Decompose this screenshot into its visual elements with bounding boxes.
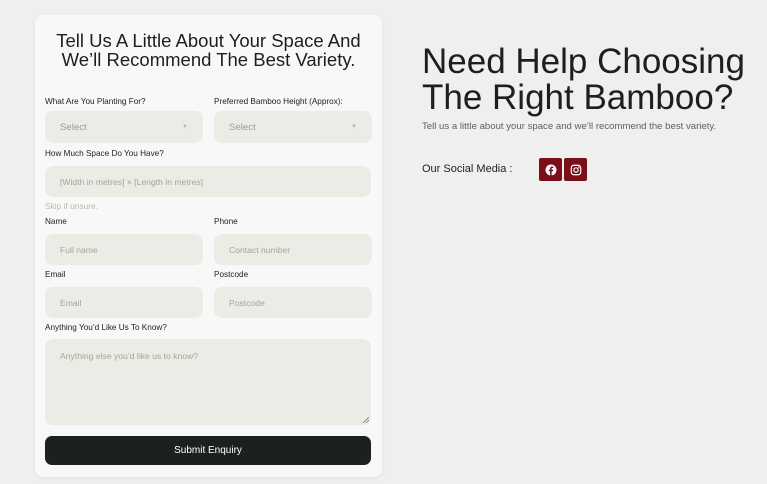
postcode-input[interactable]: Postcode	[214, 287, 372, 318]
space-input[interactable]: [Width in metres] × [Length in metres]	[45, 166, 371, 197]
name-input-placeholder: Full name	[60, 244, 98, 255]
notes-textarea-placeholder: Anything else you’d like us to know?	[60, 351, 199, 361]
height-select[interactable]: Select ▼	[214, 111, 372, 143]
chevron-down-icon: ▼	[351, 124, 357, 130]
facebook-button[interactable]	[539, 158, 562, 181]
instagram-icon	[570, 164, 581, 175]
name-input[interactable]: Full name	[45, 234, 203, 265]
phone-input-placeholder: Contact number	[229, 244, 291, 255]
phone-label: Phone	[214, 217, 238, 226]
social-media-label: Our Social Media :	[422, 163, 513, 175]
email-input-placeholder: Email	[60, 297, 82, 308]
postcode-label: Postcode	[214, 270, 249, 279]
form-title: Tell Us A Little About Your Space And We…	[56, 30, 361, 70]
planting-label: What Are You Planting For?	[45, 97, 146, 106]
submit-enquiry-button[interactable]: Submit Enquiry	[45, 436, 371, 465]
notes-textarea[interactable]: Anything else you’d like us to know?	[45, 339, 371, 425]
space-label: How Much Space Do You Have?	[45, 149, 164, 158]
hero-title: Need Help Choosing The Right Bamboo?	[422, 42, 745, 117]
email-label: Email	[45, 270, 66, 279]
enquiry-form-card: Tell Us A Little About Your Space And We…	[35, 15, 382, 477]
email-input[interactable]: Email	[45, 287, 203, 318]
space-input-placeholder: [Width in metres] × [Length in metres]	[60, 176, 204, 187]
chevron-down-icon: ▼	[182, 124, 188, 130]
height-label: Preferred Bamboo Height (Approx):	[214, 97, 343, 106]
phone-input[interactable]: Contact number	[214, 234, 372, 265]
notes-label: Anything You’d Like Us To Know?	[45, 323, 167, 332]
instagram-button[interactable]	[564, 158, 587, 181]
hero-subtitle: Tell us a little about your space and we…	[422, 121, 717, 132]
facebook-icon	[545, 164, 556, 175]
postcode-input-placeholder: Postcode	[229, 297, 265, 308]
planting-select-value: Select	[60, 121, 87, 133]
planting-select[interactable]: Select ▼	[45, 111, 203, 143]
name-label: Name	[45, 217, 67, 226]
space-hint: Skip if unsure.	[45, 201, 99, 211]
resize-handle-icon[interactable]	[363, 417, 369, 423]
height-select-value: Select	[229, 121, 256, 133]
